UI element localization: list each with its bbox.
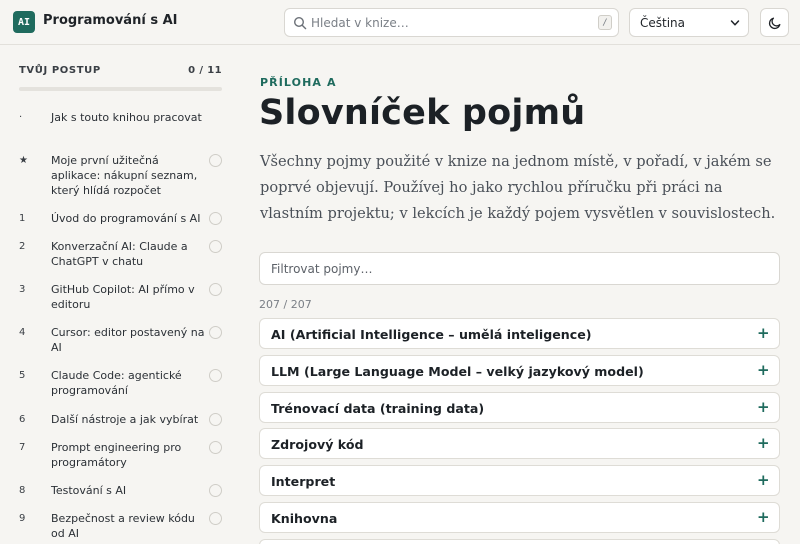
completion-checkbox[interactable] bbox=[209, 154, 222, 167]
sidebar-item-label: GitHub Copilot: AI přímo v editoru bbox=[51, 283, 195, 311]
sidebar-item-label: Jak s touto knihou pracovat bbox=[51, 111, 202, 124]
glossary-term[interactable]: Zdrojový kód + bbox=[259, 428, 780, 459]
glossary-term-name: Trénovací data (training data) bbox=[271, 401, 485, 416]
moon-icon bbox=[768, 17, 780, 29]
progress-label: TVŮJ POSTUP bbox=[19, 65, 101, 76]
glossary-term-name: Interpret bbox=[271, 474, 336, 489]
expand-plus-icon[interactable]: + bbox=[757, 362, 770, 378]
glossary-result-count: 207 / 207 bbox=[259, 298, 312, 311]
top-bar: AI Programování s AI / Čeština bbox=[0, 0, 800, 45]
glossary-term-name: AI (Artificial Intelligence – umělá inte… bbox=[271, 327, 592, 342]
completion-checkbox[interactable] bbox=[209, 413, 222, 426]
intro-paragraph: Všechny pojmy použité v knize na jednom … bbox=[260, 153, 776, 222]
completion-checkbox[interactable] bbox=[209, 441, 222, 454]
completion-checkbox[interactable] bbox=[209, 369, 222, 382]
search-icon bbox=[293, 16, 307, 30]
progress-bar bbox=[19, 87, 222, 91]
glossary-term-partial[interactable] bbox=[259, 539, 780, 544]
glossary-term[interactable]: Knihovna + bbox=[259, 502, 780, 533]
sidebar-item-number: 9 bbox=[19, 513, 26, 524]
sidebar-item-number: · bbox=[19, 112, 23, 123]
main-content: PŘÍLOHA A Slovníček pojmů Všechny pojmy … bbox=[240, 46, 800, 544]
search-box[interactable]: / bbox=[284, 8, 619, 37]
glossary-term-name: Knihovna bbox=[271, 511, 338, 526]
sidebar-item-number: 8 bbox=[19, 485, 26, 496]
appendix-label: PŘÍLOHA A bbox=[260, 76, 337, 89]
glossary-term[interactable]: LLM (Large Language Model – velký jazyko… bbox=[259, 355, 780, 386]
chevron-down-icon bbox=[730, 20, 740, 26]
sidebar-item-number: 3 bbox=[19, 284, 26, 295]
completion-checkbox[interactable] bbox=[209, 240, 222, 253]
glossary-term-name: LLM (Large Language Model – velký jazyko… bbox=[271, 364, 644, 379]
search-shortcut-hint: / bbox=[598, 15, 612, 30]
sidebar-item-label: Claude Code: agentické programování bbox=[51, 369, 182, 397]
sidebar-item-label: Prompt engineering pro programátory bbox=[51, 441, 182, 469]
progress-heading: TVŮJ POSTUP 0 / 11 bbox=[19, 65, 222, 76]
completion-checkbox[interactable] bbox=[209, 512, 222, 525]
sidebar: TVŮJ POSTUP 0 / 11 · Jak s touto knihou … bbox=[0, 46, 240, 544]
sidebar-item-label: Testování s AI bbox=[51, 484, 127, 497]
progress-count: 0 / 11 bbox=[188, 65, 222, 76]
sidebar-item-number: 4 bbox=[19, 327, 26, 338]
expand-plus-icon[interactable]: + bbox=[757, 325, 770, 341]
expand-plus-icon[interactable]: + bbox=[757, 399, 770, 415]
glossary-filter-input[interactable] bbox=[271, 261, 761, 277]
expand-plus-icon[interactable]: + bbox=[757, 509, 770, 525]
sidebar-item-number: 1 bbox=[19, 213, 26, 224]
language-select[interactable]: Čeština bbox=[629, 8, 749, 37]
language-selected-value: Čeština bbox=[640, 16, 686, 30]
app-title[interactable]: Programování s AI bbox=[43, 13, 177, 28]
glossary-term-name: Zdrojový kód bbox=[271, 437, 364, 452]
expand-plus-icon[interactable]: + bbox=[757, 472, 770, 488]
sidebar-item-label: Další nástroje a jak vybírat bbox=[51, 413, 199, 426]
glossary-term[interactable]: Interpret + bbox=[259, 465, 780, 496]
sidebar-item-label: Konverzační AI: Claude a ChatGPT v chatu bbox=[51, 240, 188, 268]
sidebar-item-label: Bezpečnost a review kódu od AI bbox=[51, 512, 195, 540]
sidebar-item-number: ★ bbox=[19, 155, 28, 166]
sidebar-item-label: Úvod do programování s AI bbox=[51, 212, 201, 225]
sidebar-item-number: 2 bbox=[19, 241, 26, 252]
glossary-term[interactable]: Trénovací data (training data) + bbox=[259, 392, 780, 423]
sidebar-item-label: Cursor: editor postavený na AI bbox=[51, 326, 205, 354]
sidebar-item-label: Moje první užitečná aplikace: nákupní se… bbox=[51, 154, 198, 197]
sidebar-item-number: 6 bbox=[19, 414, 26, 425]
theme-toggle-button[interactable] bbox=[760, 8, 789, 37]
sidebar-item-number: 5 bbox=[19, 370, 26, 381]
completion-checkbox[interactable] bbox=[209, 212, 222, 225]
page-title: Slovníček pojmů bbox=[259, 93, 586, 133]
glossary-filter[interactable] bbox=[259, 252, 780, 285]
completion-checkbox[interactable] bbox=[209, 326, 222, 339]
app-logo[interactable]: AI bbox=[13, 11, 35, 33]
expand-plus-icon[interactable]: + bbox=[757, 435, 770, 451]
sidebar-item-number: 7 bbox=[19, 442, 26, 453]
glossary-term[interactable]: AI (Artificial Intelligence – umělá inte… bbox=[259, 318, 780, 349]
completion-checkbox[interactable] bbox=[209, 484, 222, 497]
completion-checkbox[interactable] bbox=[209, 283, 222, 296]
search-input[interactable] bbox=[311, 13, 571, 33]
